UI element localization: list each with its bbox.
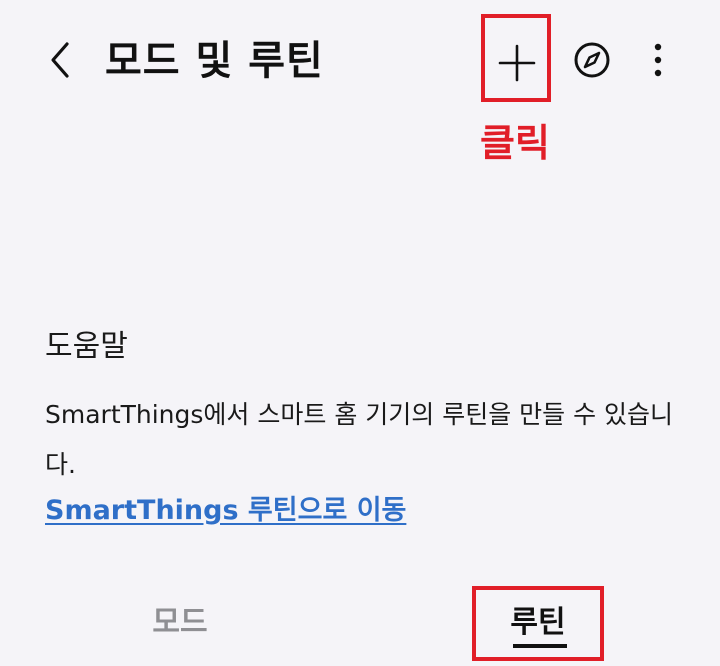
back-button[interactable] [36,36,84,84]
tab-modes[interactable]: 모드 [110,596,250,650]
smartthings-routines-link[interactable]: SmartThings 루틴으로 이동 [45,486,406,536]
discover-button[interactable] [568,36,616,84]
more-vertical-icon [654,43,662,77]
highlight-box-add [481,14,551,102]
chevron-left-icon [51,42,69,78]
compass-icon [574,42,610,78]
more-options-button[interactable] [636,36,680,84]
page-title: 모드 및 루틴 [105,38,324,84]
click-annotation-label: 클릭 [480,121,550,165]
help-description: SmartThings에서 스마트 홈 기기의 루틴을 만들 수 있습니다. [45,400,674,479]
help-title: 도움말 [45,329,128,364]
highlight-box-routines-tab [472,586,604,661]
